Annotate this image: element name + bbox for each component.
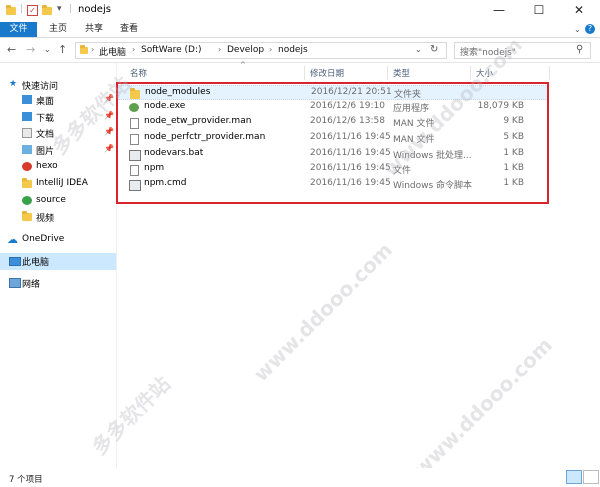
computer-icon	[9, 257, 21, 266]
folder-icon	[80, 45, 88, 54]
tab-view[interactable]: 查看	[120, 22, 138, 37]
folder-icon	[6, 5, 16, 15]
details-view-icon[interactable]	[566, 470, 582, 484]
nav-item-desktop[interactable]: 桌面 📌	[0, 92, 116, 108]
nav-label: IntelliJ IDEA	[36, 178, 88, 188]
recent-locations-icon[interactable]: ⌄	[44, 45, 51, 54]
breadcrumb-drive[interactable]: SoftWare (D:)	[141, 45, 201, 55]
help-icon[interactable]: ?	[585, 24, 595, 34]
window-title: nodejs	[78, 4, 111, 15]
breadcrumb-nodejs[interactable]: nodejs	[278, 45, 308, 55]
watermark: www.ddooo.com	[248, 237, 397, 387]
refresh-icon[interactable]: ↻	[430, 44, 438, 55]
quick-access-toolbar-dropdown-icon[interactable]: ▾	[57, 4, 62, 14]
item-count: 7 个项目	[9, 475, 43, 485]
status-bar: 7 个项目	[0, 468, 600, 487]
network-icon	[9, 278, 21, 288]
nav-quick-access[interactable]: ★ 快速访问	[0, 77, 116, 93]
nav-label: 桌面	[36, 97, 55, 107]
nav-label: source	[36, 195, 66, 205]
nav-label: hexo	[36, 161, 58, 171]
nav-onedrive[interactable]: ☁ OneDrive	[0, 232, 116, 248]
divider: |	[69, 4, 73, 14]
address-bar[interactable]: › 此电脑 › SoftWare (D:) › Develop › nodejs…	[75, 42, 447, 59]
star-icon: ★	[9, 79, 18, 89]
new-folder-icon[interactable]	[42, 5, 52, 15]
download-icon	[22, 112, 32, 121]
nav-item-intellij[interactable]: IntelliJ IDEA	[0, 176, 116, 192]
sort-arrow-icon: ^	[240, 61, 246, 69]
navigation-pane: ★ 快速访问 桌面 📌 下载 📌 文档 📌 图片 📌 hexo IntelliJ…	[0, 63, 116, 468]
column-separator[interactable]	[304, 66, 305, 80]
properties-icon[interactable]: ✓	[27, 5, 38, 16]
search-icon[interactable]: ⚲	[576, 44, 583, 55]
nav-label: 此电脑	[22, 258, 50, 268]
chevron-right-icon: ›	[91, 45, 95, 54]
cloud-icon: ☁	[7, 233, 18, 246]
highlight-box	[116, 82, 549, 204]
title-bar: | ✓ ▾ | nodejs — ☐ ✕	[0, 0, 600, 22]
pin-icon[interactable]: 📌	[104, 127, 114, 136]
pin-icon[interactable]: 📌	[104, 111, 114, 120]
minimize-button[interactable]: —	[478, 0, 520, 22]
column-date[interactable]: 修改日期	[310, 67, 344, 79]
pin-icon[interactable]: 📌	[104, 94, 114, 103]
nav-label: 下载	[36, 114, 55, 124]
folder-icon	[22, 211, 32, 221]
search-input[interactable]: 搜索"nodejs" ⚲	[454, 42, 591, 59]
green-dot-icon	[22, 196, 32, 205]
nav-label: 视频	[36, 214, 55, 224]
desktop-icon	[22, 95, 32, 104]
nav-label: OneDrive	[22, 234, 65, 244]
tab-home[interactable]: 主页	[49, 22, 67, 37]
nav-label: 文档	[36, 130, 55, 140]
expand-ribbon-icon[interactable]: ⌄	[574, 25, 581, 34]
document-icon	[22, 128, 32, 138]
close-button[interactable]: ✕	[558, 0, 600, 22]
nav-label: 快速访问	[22, 82, 59, 92]
column-header: 名称 ^ 修改日期 类型 大小	[118, 61, 600, 81]
nav-item-videos[interactable]: 视频	[0, 209, 116, 225]
breadcrumb-develop[interactable]: Develop	[227, 45, 264, 55]
maximize-button[interactable]: ☐	[518, 0, 560, 22]
nav-item-pictures[interactable]: 图片 📌	[0, 142, 116, 158]
chevron-right-icon[interactable]: ›	[269, 45, 272, 54]
divider: |	[20, 4, 24, 14]
tab-share[interactable]: 共享	[85, 22, 103, 37]
nav-this-pc[interactable]: 此电脑	[0, 253, 116, 270]
large-icons-view-icon[interactable]	[583, 470, 599, 484]
watermark: www.ddooo.com	[408, 332, 557, 482]
nav-item-hexo[interactable]: hexo	[0, 159, 116, 175]
back-arrow-icon[interactable]: ←	[7, 43, 16, 56]
folder-icon	[22, 178, 32, 188]
app-icon	[22, 162, 32, 171]
picture-icon	[22, 145, 32, 154]
search-placeholder: 搜索"nodejs"	[460, 48, 516, 58]
up-arrow-icon[interactable]: ↑	[58, 43, 67, 56]
nav-item-source[interactable]: source	[0, 193, 116, 209]
nav-item-downloads[interactable]: 下载 📌	[0, 109, 116, 125]
column-separator[interactable]	[387, 66, 388, 80]
chevron-right-icon[interactable]: ›	[218, 45, 221, 54]
tab-file[interactable]: 文件	[0, 22, 37, 37]
breadcrumb-this-pc[interactable]: 此电脑	[99, 45, 126, 58]
nav-item-documents[interactable]: 文档 📌	[0, 125, 116, 141]
nav-network[interactable]: 网络	[0, 275, 116, 291]
nav-label: 网络	[22, 280, 41, 290]
nav-label: 图片	[36, 147, 55, 157]
column-type[interactable]: 类型	[393, 67, 410, 79]
column-separator[interactable]	[470, 66, 471, 80]
column-name[interactable]: 名称	[130, 67, 147, 79]
forward-arrow-icon[interactable]: →	[26, 43, 35, 56]
chevron-right-icon[interactable]: ›	[132, 45, 135, 54]
address-dropdown-icon[interactable]: ⌄	[415, 45, 422, 54]
column-separator[interactable]	[549, 66, 550, 80]
column-size[interactable]: 大小	[476, 67, 493, 79]
pin-icon[interactable]: 📌	[104, 144, 114, 153]
